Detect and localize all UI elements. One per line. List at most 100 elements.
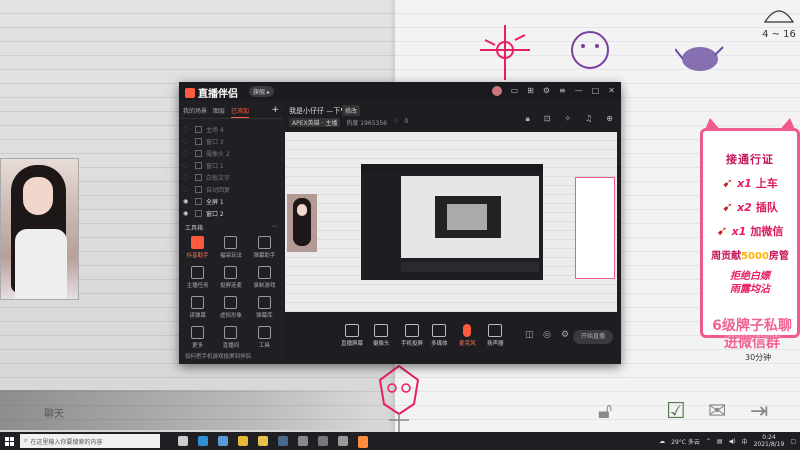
- settings-icon[interactable]: ⚙: [543, 86, 550, 96]
- media-button[interactable]: 多媒体: [431, 324, 448, 347]
- scene-item[interactable]: ◌ 摄像头 2: [183, 147, 283, 159]
- stream-preview[interactable]: [285, 132, 617, 312]
- rocket-icon: ➹: [716, 223, 728, 239]
- promo-row: ➹ x1 加微信: [703, 223, 797, 239]
- scene-item[interactable]: ◌ 主场 4: [183, 123, 283, 135]
- more-icon[interactable]: ⋯: [271, 223, 277, 232]
- eye-icon[interactable]: ◌: [183, 138, 191, 145]
- start-button[interactable]: [0, 432, 18, 450]
- scene-item[interactable]: ◌ 窗口 3: [183, 135, 283, 147]
- tool-item[interactable]: 录制游戏: [248, 266, 281, 289]
- tool-item[interactable]: 弹幕助手: [248, 236, 281, 259]
- search-placeholder: 在这里输入你要搜索的内容: [30, 438, 103, 446]
- screen-button[interactable]: 直播屏幕: [341, 324, 363, 347]
- tool-item[interactable]: 福袋玩法: [214, 236, 247, 259]
- eye-icon[interactable]: ◌: [183, 126, 191, 133]
- bottom-toolbar: 直播屏幕 摄像头 手机投屏 多媒体 麦克风 扬声器 ◫ ◎ ⚙ 开始直播: [285, 318, 621, 358]
- gift-icon[interactable]: ⊞: [527, 86, 534, 96]
- app-c-icon[interactable]: [338, 436, 348, 446]
- room-name: 我是小仔仔 —下♥: [289, 107, 347, 115]
- tab-added[interactable]: 已添加: [231, 106, 250, 118]
- bell-icon[interactable]: ♫: [585, 114, 592, 124]
- tool-item[interactable]: 弹幕库: [248, 296, 281, 319]
- version-badge[interactable]: 旗舰 ▸: [249, 86, 274, 97]
- tool-item[interactable]: 抖音助手: [181, 236, 214, 259]
- eye-icon[interactable]: ◌: [183, 150, 191, 157]
- tool-item[interactable]: 工具: [248, 326, 281, 349]
- notification-icon[interactable]: ▢: [790, 438, 796, 445]
- tab-layers[interactable]: 图层: [213, 106, 225, 118]
- store-icon[interactable]: [218, 436, 228, 446]
- promo-slogan: 拒绝白嫖 雨露均沾: [703, 270, 797, 296]
- eye-icon[interactable]: ◌: [183, 162, 191, 169]
- edit-room-button[interactable]: 修改: [342, 105, 361, 116]
- add-icon[interactable]: +: [271, 106, 279, 118]
- webcam-feed: [0, 158, 79, 300]
- weather-icon[interactable]: ☁: [659, 438, 665, 445]
- eye-icon[interactable]: ◌: [183, 186, 191, 193]
- scene-item[interactable]: ◉ 全屏 1: [183, 195, 283, 207]
- volume-icon[interactable]: ◀): [729, 438, 736, 445]
- settings-icon[interactable]: ⚙: [561, 330, 569, 340]
- promo-row-text: 上车: [755, 177, 778, 190]
- preview-webcam: [287, 194, 317, 252]
- microphone-button[interactable]: 麦克风: [459, 324, 476, 347]
- chrome-icon[interactable]: [238, 436, 248, 446]
- scene-item[interactable]: ◌ 白板文字: [183, 171, 283, 183]
- edge-icon[interactable]: [198, 436, 208, 446]
- avatar[interactable]: [491, 86, 502, 96]
- message-icon[interactable]: ▭: [511, 86, 519, 96]
- network-icon[interactable]: ▤: [717, 438, 723, 445]
- scene-item[interactable]: ◉ 窗口 2: [183, 207, 283, 219]
- taskbar-search[interactable]: ⌕ 在这里输入你要搜索的内容: [20, 434, 160, 448]
- maximize-icon[interactable]: □: [592, 86, 600, 96]
- eye-icon[interactable]: ◌: [183, 174, 191, 181]
- doodle-sketch: [480, 25, 530, 80]
- view-icon[interactable]: ◎: [543, 330, 551, 340]
- tool-item[interactable]: 虚拟形象: [214, 296, 247, 319]
- speaker-button[interactable]: 扬声器: [487, 324, 504, 347]
- promo-row-text: 插队: [755, 201, 778, 214]
- slogan-line-2: 雨露均沾: [730, 284, 770, 295]
- app-a-icon[interactable]: [298, 436, 308, 446]
- room-category[interactable]: APEX英雄 · 主播: [289, 118, 341, 127]
- exit-icon: ⇥: [750, 399, 769, 424]
- scene-item[interactable]: ◌ 自动回复: [183, 183, 283, 195]
- go-live-button[interactable]: 开始直播: [573, 330, 613, 344]
- menu-icon[interactable]: ≡: [559, 86, 566, 96]
- file-explorer-icon[interactable]: [258, 436, 268, 446]
- live-companion-icon[interactable]: [358, 436, 368, 446]
- tab-my-scenes[interactable]: 我的场景: [183, 106, 207, 118]
- titlebar-icons: ▭ ⊞ ⚙ ≡ — □ ✕: [491, 86, 615, 96]
- doodle-bird: [675, 46, 724, 71]
- eye-icon[interactable]: ◉: [183, 210, 191, 217]
- clock-date: 2021/8/19: [753, 441, 785, 448]
- magic-icon[interactable]: ✧: [564, 114, 571, 124]
- record-icon[interactable]: ◫: [525, 330, 534, 340]
- minimize-icon[interactable]: —: [575, 86, 583, 96]
- left-tabs: 我的场景 图层 已添加 +: [179, 102, 283, 119]
- tool-item[interactable]: 读弹幕: [181, 296, 214, 319]
- help-tip-link[interactable]: 如何把手机游戏投屏到伴侣: [185, 352, 251, 360]
- close-icon[interactable]: ✕: [608, 86, 615, 96]
- share-icon[interactable]: ⊕: [606, 114, 613, 124]
- ime-indicator[interactable]: 中: [742, 437, 748, 446]
- chevron-up-icon[interactable]: ⌃: [706, 438, 711, 445]
- tool-item[interactable]: 主播任务: [181, 266, 214, 289]
- camera-button[interactable]: 摄像头: [373, 324, 390, 347]
- shop-icon[interactable]: ⊡: [544, 114, 551, 124]
- task-view-icon[interactable]: [178, 436, 188, 446]
- clock[interactable]: 0:24 2021/8/19: [754, 434, 785, 448]
- weather-text[interactable]: 29°C 多云: [671, 437, 700, 446]
- lock-icon[interactable]: 🔒︎: [525, 114, 529, 124]
- tool-item[interactable]: 更多: [181, 326, 214, 349]
- scene-item[interactable]: ◌ 窗口 1: [183, 159, 283, 171]
- app-b-icon[interactable]: [318, 436, 328, 446]
- phone-cast-button[interactable]: 手机投屏: [401, 324, 423, 347]
- tool-item[interactable]: 投屏连麦: [214, 266, 247, 289]
- steam-icon[interactable]: [278, 436, 288, 446]
- contrib-prefix: 周贡献: [711, 251, 742, 262]
- app-titlebar: 直播伴侣 旗舰 ▸ ▭ ⊞ ⚙ ≡ — □ ✕: [179, 82, 621, 100]
- tool-item[interactable]: 直播间: [214, 326, 247, 349]
- eye-icon[interactable]: ◉: [183, 198, 191, 205]
